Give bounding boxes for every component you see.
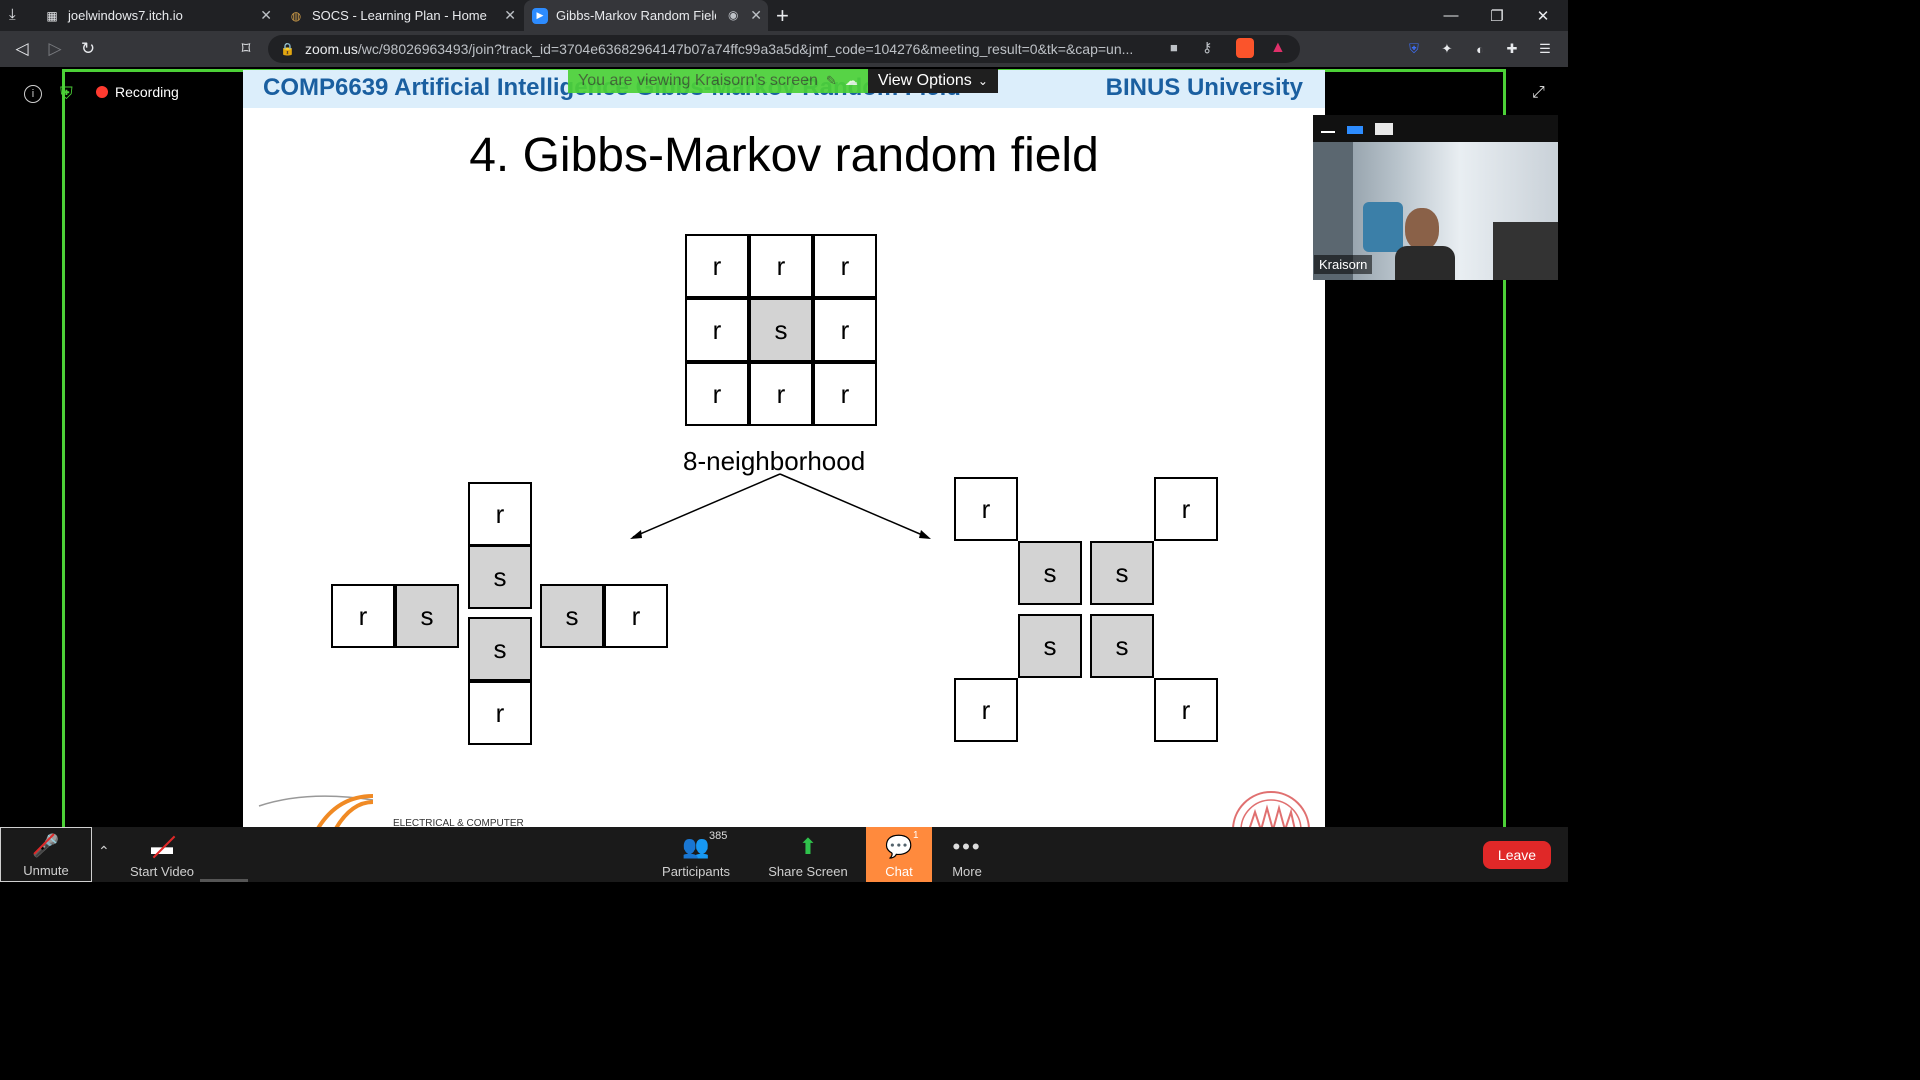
fullscreen-icon[interactable]: ⤢ [1532, 84, 1545, 102]
chat-icon: 💬 [885, 834, 913, 859]
participants-icon: 👥 [682, 834, 710, 859]
brave-rewards-icon[interactable]: ▲ [1270, 39, 1286, 57]
more-label: More [952, 864, 982, 879]
minimize-video-icon[interactable] [1321, 131, 1335, 133]
video-panel-toolbar [1313, 115, 1558, 142]
back-icon[interactable]: ◁ [10, 37, 34, 61]
leave-button[interactable]: Leave [1483, 841, 1551, 869]
tab-title: Gibbs-Markov Random Field [556, 8, 716, 23]
clique-cell-r: r [468, 681, 532, 745]
address-bar[interactable]: 🔒 zoom.us/wc/98026963493/join?track_id=3… [268, 35, 1300, 63]
clique-cell-r: r [468, 482, 532, 546]
video-options-indicator [200, 879, 248, 882]
download-icon[interactable]: ⤓ [9, 6, 29, 26]
tab-title: joelwindows7.itch.io [68, 8, 183, 23]
clique-cell-r: r [1154, 477, 1218, 541]
close-icon[interactable]: ✕ [750, 7, 762, 24]
participant-name: Kraisorn [1314, 255, 1373, 274]
zoom-icon: ▶ [532, 7, 548, 24]
clique-cell-s: s [1090, 541, 1154, 605]
clique-cell-r: r [331, 584, 395, 648]
clique-cell-r: r [1154, 678, 1218, 742]
clique-cell-s: s [1018, 614, 1082, 678]
clique-cell-s: s [395, 584, 459, 648]
viewing-notice: You are viewing Kraisorn's screen ✎ ☁ [568, 69, 868, 93]
clique-cell-r: r [954, 678, 1018, 742]
key-icon[interactable]: ⚷ [1202, 39, 1212, 56]
start-video-label: Start Video [129, 864, 195, 879]
cloud-icon: ☁ [844, 73, 858, 88]
url-text: zoom.us/wc/98026963493/join?track_id=370… [304, 41, 1134, 57]
tab-socs[interactable]: ◍ SOCS - Learning Plan - Home ✕ [280, 0, 522, 31]
muted-microphone-icon: 🎤 [32, 833, 60, 858]
brave-shield-icon[interactable] [1236, 38, 1254, 58]
faculty-logo [258, 794, 374, 828]
video-off-icon: ▬ [151, 834, 176, 860]
start-video-button[interactable]: ▬ Start Video [122, 827, 202, 882]
close-icon[interactable]: ✕ [260, 7, 272, 24]
tab-title: SOCS - Learning Plan - Home [312, 8, 487, 23]
window-close-icon[interactable]: ✕ [1520, 0, 1566, 31]
browser-toolbar: ◁ ▷ ↻ ⌑ 🔒 zoom.us/wc/98026963493/join?tr… [0, 31, 1568, 67]
clique-cell-r: r [604, 584, 668, 648]
share-screen-button[interactable]: ⬆ Share Screen [766, 827, 850, 882]
clique-cell-s: s [468, 545, 532, 609]
speaker-view-icon[interactable] [1347, 126, 1363, 134]
menu-icon[interactable]: ☰ [1535, 39, 1555, 59]
arrow-left [632, 473, 781, 538]
more-button[interactable]: ••• More [940, 827, 994, 882]
itch-icon: ▦ [46, 8, 58, 23]
viewing-text: You are viewing Kraisorn's screen [578, 72, 818, 89]
tab-gibbs-markov[interactable]: ▶ Gibbs-Markov Random Field ◉ ✕ [524, 0, 768, 31]
chevron-down-icon: ⌄ [977, 74, 988, 88]
extension-shield-icon[interactable]: ⛨ [1404, 39, 1424, 59]
restore-icon[interactable]: ❐ [1474, 0, 1520, 31]
participant-video-panel[interactable]: Kraisorn [1313, 115, 1558, 280]
reload-icon[interactable]: ↻ [76, 37, 100, 61]
extension-dark-icon[interactable]: ✦ [1437, 39, 1457, 59]
forward-icon[interactable]: ▷ [43, 37, 67, 61]
shared-slide: COMP6639 Artificial Intelligence Gibbs-M… [243, 70, 1325, 828]
info-icon[interactable]: i [24, 85, 42, 103]
clique-cell-s: s [468, 617, 532, 681]
arrowhead-right [919, 530, 931, 539]
extension-lightbulb-icon[interactable]: ◐ [1470, 39, 1490, 59]
camera-blocked-icon[interactable]: ■ [1170, 40, 1178, 55]
clique-cell-s: s [1090, 614, 1154, 678]
clique-cell-r: r [954, 477, 1018, 541]
lock-icon: 🔒 [280, 42, 295, 56]
view-options-button[interactable]: View Options ⌄ [867, 69, 998, 93]
unmute-button[interactable]: 🎤 Unmute [0, 827, 92, 882]
share-banner: You are viewing Kraisorn's screen ✎ ☁ Vi… [568, 69, 998, 93]
university-seal [1232, 791, 1310, 828]
close-icon[interactable]: ✕ [504, 7, 516, 24]
clique-cell-s: s [1018, 541, 1082, 605]
participants-count: 385 [709, 830, 728, 842]
bookmark-icon[interactable]: ⌑ [234, 37, 258, 61]
chat-badge: 1 [913, 830, 919, 841]
recording-tab-icon: ◉ [728, 8, 739, 22]
new-tab-icon[interactable]: + [776, 3, 789, 29]
minimize-icon[interactable]: — [1428, 0, 1474, 31]
chat-label: Chat [885, 864, 913, 879]
gallery-view-icon[interactable] [1375, 123, 1393, 135]
pencil-icon: ✎ [825, 73, 837, 88]
clique-cell-s: s [540, 584, 604, 648]
share-screen-label: Share Screen [768, 864, 848, 879]
arrow-right [779, 473, 928, 538]
view-options-label: View Options [877, 72, 972, 89]
browser-tab-bar: ⤓ ▦ joelwindows7.itch.io ✕ ◍ SOCS - Lear… [0, 0, 1568, 31]
more-dots-icon: ••• [952, 834, 982, 859]
unmute-label: Unmute [23, 863, 69, 878]
share-screen-icon: ⬆ [798, 834, 818, 859]
extensions-puzzle-icon[interactable]: ✚ [1502, 39, 1522, 59]
zoom-control-bar: 🎤 Unmute ⌃ ▬ Start Video 👥 Participants … [0, 827, 1568, 882]
chevron-up-icon[interactable]: ⌃ [98, 843, 110, 860]
arrowhead-left [630, 530, 642, 539]
chat-button[interactable]: 💬 Chat [866, 827, 932, 882]
tab-itch[interactable]: ▦ joelwindows7.itch.io ✕ [34, 0, 278, 31]
socs-icon: ◍ [290, 8, 302, 23]
participants-label: Participants [662, 864, 730, 879]
